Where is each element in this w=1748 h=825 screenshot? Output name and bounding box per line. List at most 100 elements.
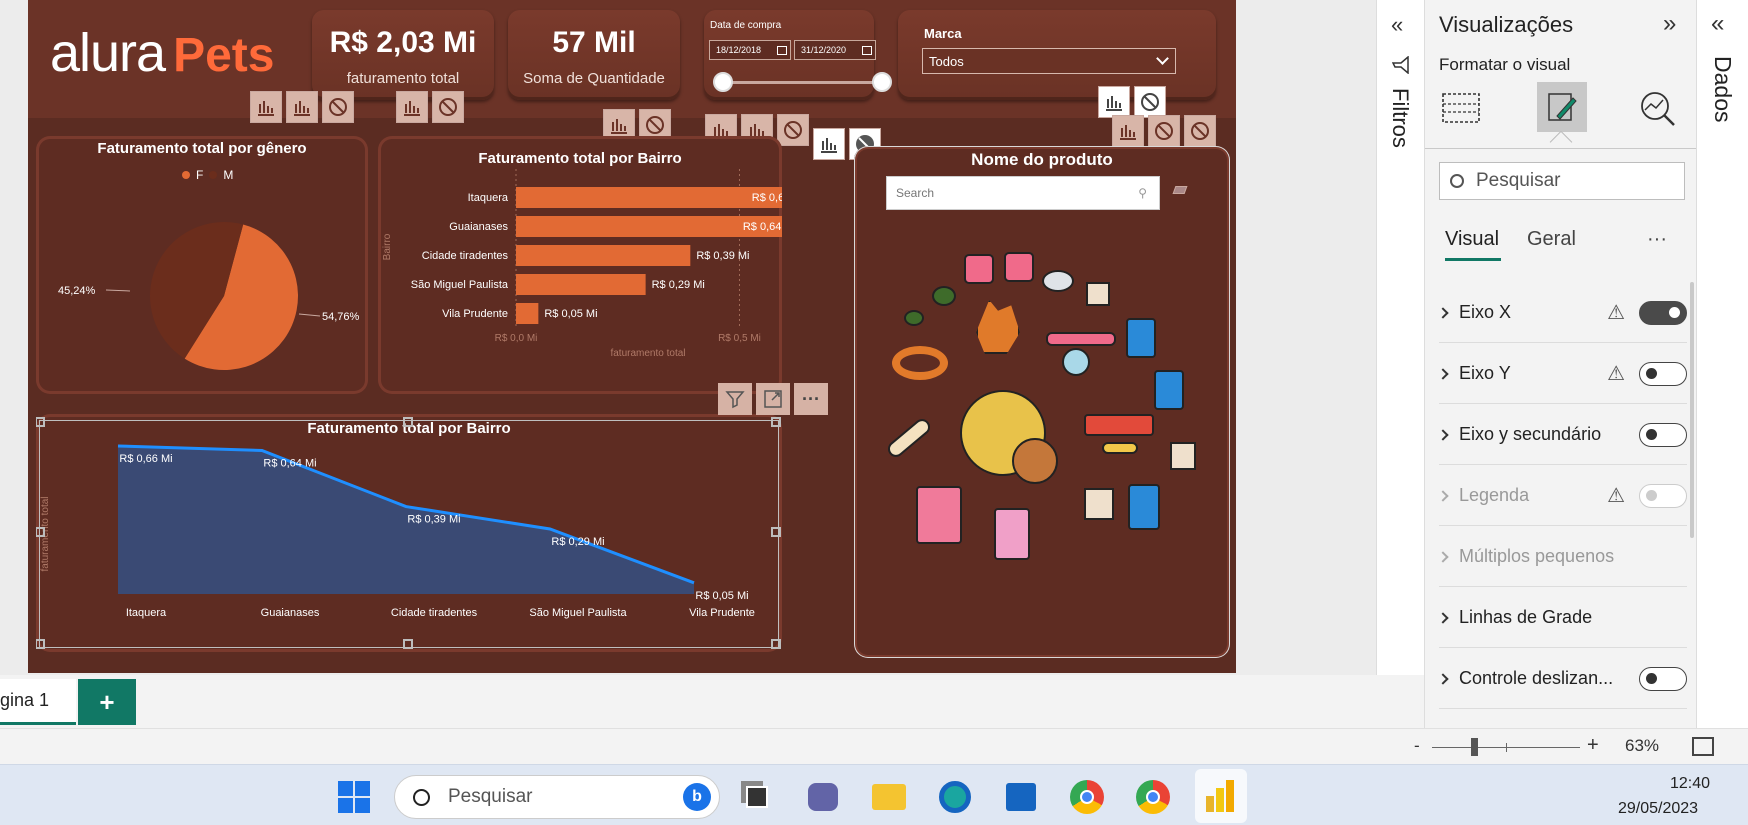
page-tab-current[interactable]: gina 1 (0, 679, 76, 725)
date-slicer[interactable]: Data de compra 18/12/2018 31/12/2020 (704, 10, 892, 100)
date-range-track[interactable] (722, 81, 880, 84)
area-chart-panel[interactable]: Faturamento total por Bairro R$ 0,66 Mi I… (36, 414, 782, 652)
format-row-legenda[interactable]: Legenda ⚠ (1437, 466, 1687, 526)
filter-interaction-icon[interactable] (813, 128, 845, 160)
toggle-eixo-y[interactable] (1639, 361, 1687, 386)
file-explorer-icon[interactable] (869, 777, 909, 817)
kpi-card-revenue[interactable]: R$ 2,03 Mi faturamento total (312, 10, 494, 100)
tab-visual[interactable]: Visual (1445, 228, 1499, 251)
format-row-eixo-x[interactable]: Eixo X ⚠ (1437, 283, 1687, 343)
taskbar-search[interactable]: Pesquisar b (394, 775, 720, 819)
no-interaction-icon[interactable] (777, 114, 809, 146)
power-bi-icon[interactable] (1195, 769, 1247, 823)
product-turtle-toy-image[interactable] (932, 286, 956, 306)
format-row-multiplos-pequenos[interactable]: Múltiplos pequenos (1437, 527, 1687, 587)
product-pink-jacket-image[interactable] (964, 254, 994, 284)
kpi-card-quantity[interactable]: 57 Mil Soma de Quantidade (508, 10, 680, 100)
product-turtle-toy-image[interactable] (904, 310, 924, 326)
build-visual-icon[interactable] (1439, 86, 1483, 130)
filters-pane-collapsed[interactable]: « Filtros (1376, 0, 1424, 675)
more-options-icon[interactable]: ··· (1647, 228, 1667, 251)
taskbar-clock-date[interactable]: 29/05/2023 (1618, 800, 1698, 818)
product-dog-leash-image[interactable] (976, 300, 1020, 354)
add-page-button[interactable]: + (78, 679, 136, 725)
analytics-icon[interactable] (1635, 86, 1679, 130)
chrome-browser-icon[interactable] (1067, 777, 1107, 817)
pie-label-m: 45,24% (58, 285, 96, 297)
viz-pane-title: Visualizações (1439, 12, 1574, 37)
product-blue-food-bag-image[interactable] (1154, 370, 1184, 410)
product-food-can-image[interactable] (994, 508, 1030, 560)
no-interaction-icon[interactable] (1148, 115, 1180, 147)
filter-icon[interactable] (718, 383, 752, 415)
brand-dropdown[interactable]: Todos (922, 48, 1176, 74)
product-bone-image[interactable] (884, 415, 934, 461)
format-visual-icon[interactable] (1537, 82, 1587, 132)
format-row-linhas-de-grade[interactable]: Linhas de Grade (1437, 588, 1687, 648)
bar-chart-panel[interactable]: Faturamento total por Bairro R$ 0,0 Mi R$… (378, 136, 782, 394)
filters-label[interactable]: Filtros (1387, 88, 1413, 148)
selection-handle (403, 417, 413, 427)
date-start-input[interactable]: 18/12/2018 (709, 40, 791, 60)
product-collar-tag-image[interactable] (1062, 348, 1090, 376)
visual-header: ··· (718, 383, 828, 415)
filter-interaction-icon[interactable] (1112, 115, 1144, 147)
toggle-eixo-y-secundario[interactable] (1639, 422, 1687, 447)
product-pink-treat-bag-image[interactable] (916, 486, 962, 544)
date-range-handle-end[interactable] (872, 72, 892, 92)
microsoft-store-icon[interactable] (1001, 777, 1041, 817)
product-pink-collar-image[interactable] (1046, 332, 1116, 346)
tab-geral[interactable]: Geral (1527, 228, 1576, 251)
zoom-in-button[interactable]: + (1587, 734, 1599, 757)
format-row-controle-deslizante[interactable]: Controle deslizan... (1437, 649, 1687, 709)
pie-chart-panel[interactable]: Faturamento total por gênero F M 45,24% … (36, 136, 368, 394)
product-slicer-panel[interactable]: Nome do produto Search ⚲ (854, 146, 1230, 658)
calendar-icon[interactable] (862, 45, 872, 55)
product-blue-food-bag-image[interactable] (1128, 484, 1160, 530)
fit-to-page-icon[interactable] (1692, 737, 1714, 756)
product-pink-jacket-image[interactable] (1004, 252, 1034, 282)
format-row-eixo-y[interactable]: Eixo Y ⚠ (1437, 344, 1687, 404)
product-food-pouch-image[interactable] (1084, 488, 1114, 520)
collapse-viz-pane-icon[interactable]: » (1663, 10, 1676, 38)
product-mouse-toy-image[interactable] (1042, 270, 1074, 292)
product-blue-food-bag-image[interactable] (1126, 318, 1156, 358)
focus-mode-icon[interactable] (756, 383, 790, 415)
expand-data-icon[interactable]: « (1711, 10, 1724, 38)
bing-icon[interactable]: b (683, 783, 711, 811)
teams-chat-icon[interactable] (803, 777, 843, 817)
kpi-revenue-label: faturamento total (346, 70, 460, 87)
viz-search-input[interactable]: Pesquisar (1439, 162, 1685, 200)
data-label[interactable]: Dados (1709, 56, 1736, 122)
no-interaction-icon[interactable] (1184, 115, 1216, 147)
pane-scrollbar[interactable] (1690, 282, 1694, 538)
chrome-profile-icon[interactable] (1133, 777, 1173, 817)
more-options-icon[interactable]: ··· (794, 383, 828, 415)
zoom-slider-thumb[interactable] (1471, 738, 1478, 756)
zoom-level[interactable]: 63% (1625, 736, 1659, 756)
product-search-input[interactable]: Search ⚲ (886, 176, 1160, 210)
expand-filters-icon[interactable]: « (1391, 12, 1403, 38)
edge-browser-icon[interactable] (935, 777, 975, 817)
format-row-eixo-y-secundario[interactable]: Eixo y secundário (1437, 405, 1687, 465)
toggle-eixo-x[interactable] (1639, 300, 1687, 325)
product-bone-toy-image[interactable] (1102, 442, 1138, 454)
bar-0 (516, 187, 782, 208)
format-row-label: Legenda (1459, 485, 1530, 505)
product-food-pouch-image[interactable] (1170, 442, 1196, 470)
taskbar-clock-time[interactable]: 12:40 (1670, 775, 1710, 793)
calendar-icon[interactable] (777, 45, 787, 55)
zoom-out-button[interactable]: - (1414, 736, 1420, 756)
date-end-input[interactable]: 31/12/2020 (794, 40, 876, 60)
product-orange-collar-image[interactable] (892, 346, 948, 380)
product-red-collar-image[interactable] (1084, 414, 1154, 436)
windows-start-icon[interactable] (334, 777, 374, 817)
toggle-controle-deslizante[interactable] (1639, 666, 1687, 691)
eraser-icon[interactable] (1172, 186, 1188, 194)
data-pane-collapsed[interactable]: « Dados (1696, 0, 1748, 728)
brand-slicer[interactable]: Marca Todos (898, 10, 1216, 100)
product-food-pouch-image[interactable] (1086, 282, 1110, 306)
date-range-handle-start[interactable] (713, 72, 733, 92)
product-cookie-image[interactable] (1012, 438, 1058, 484)
task-view-icon[interactable] (737, 777, 777, 817)
